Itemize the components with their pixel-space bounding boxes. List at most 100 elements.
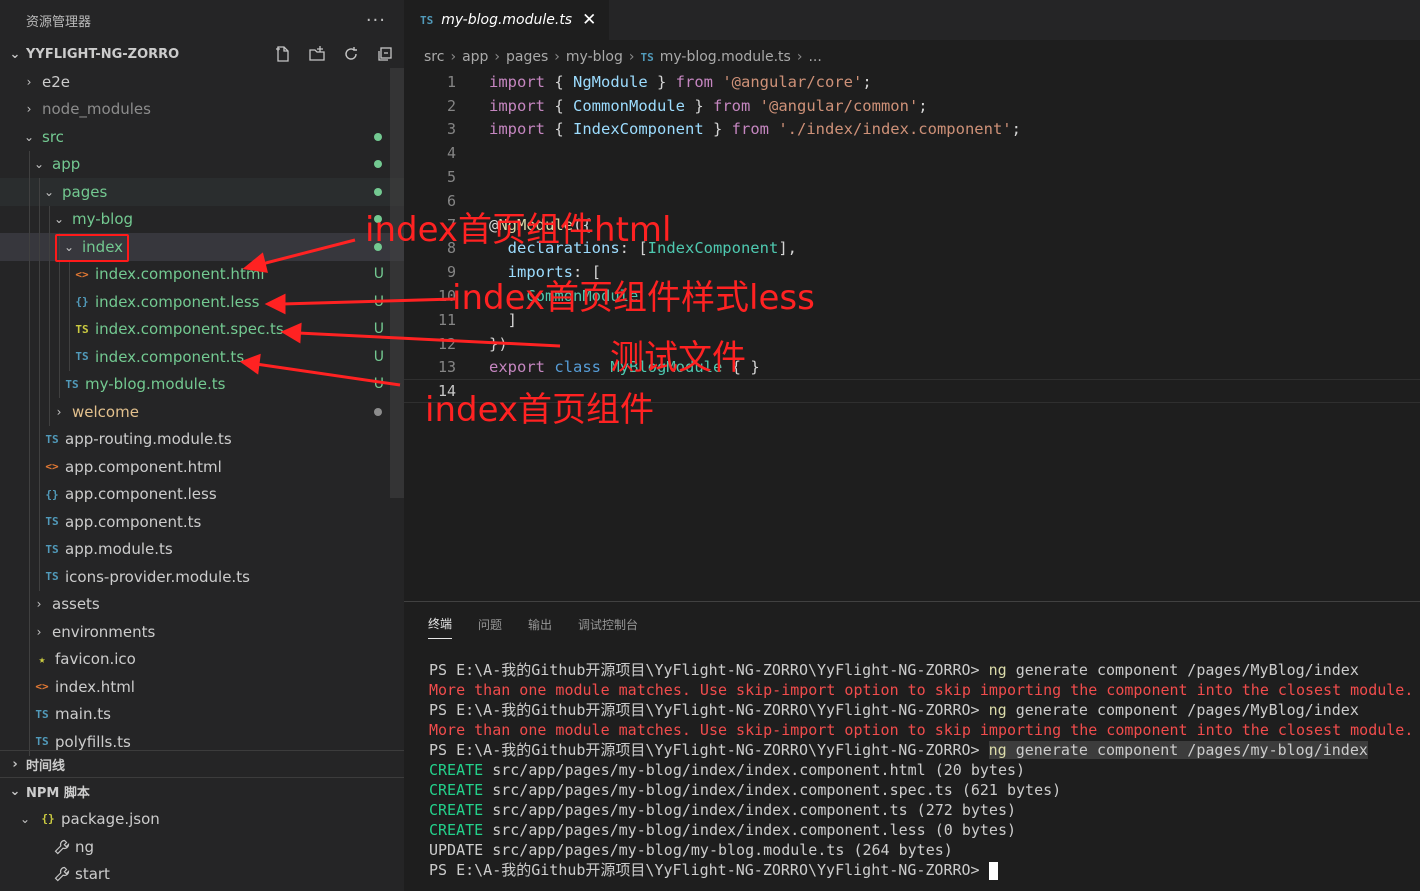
code-token: from: [712, 96, 751, 115]
collapse-all-icon[interactable]: [374, 43, 396, 65]
tree-folder-item[interactable]: › welcome: [0, 398, 404, 426]
tree-file-item[interactable]: {} app.component.less: [0, 480, 404, 508]
code-token: ;: [862, 72, 872, 91]
tree-file-item[interactable]: TS app.module.ts: [0, 535, 404, 563]
tree-file-item[interactable]: {} index.component.less U: [0, 288, 404, 316]
tree-file-item[interactable]: TS app.component.ts: [0, 508, 404, 536]
tree-file-item[interactable]: TS main.ts: [0, 700, 404, 728]
tree-item-label: environments: [52, 622, 156, 641]
breadcrumb-file[interactable]: my-blog.module.ts: [660, 49, 791, 65]
tree-folder-item[interactable]: › node_modules: [0, 96, 404, 124]
line-number: 9: [446, 263, 456, 282]
annotation-html: index首页组件html: [365, 210, 672, 250]
npm-script-ng[interactable]: ng: [52, 833, 94, 861]
indent-guide: [29, 590, 30, 618]
project-section-header[interactable]: ⌄ YYFLIGHT-NG-ZORRO: [0, 40, 404, 68]
tree-item-label: main.ts: [55, 705, 111, 724]
tree-file-item[interactable]: TS app-routing.module.ts: [0, 425, 404, 453]
code-line[interactable]: 12}): [404, 332, 1420, 356]
terminal-line: CREATE src/app/pages/my-blog/index/index…: [429, 800, 1413, 820]
indent-guide: [29, 178, 30, 206]
tab-terminal[interactable]: 终端: [428, 615, 453, 639]
tree-item-label: my-blog: [72, 210, 134, 229]
code-token: }): [489, 334, 508, 353]
code-token: ],: [778, 239, 797, 258]
tree-folder-item[interactable]: › e2e: [0, 68, 404, 96]
typescript-file-icon: TS: [35, 735, 49, 749]
npm-package-label: package.json: [61, 809, 160, 828]
npm-package-item[interactable]: ⌄ {} package.json: [18, 805, 160, 833]
bottom-panel: 终端 问题 输出 调试控制台 PS E:\A-我的Github开源项目\YyFl…: [404, 601, 1420, 891]
npm-script-start[interactable]: start: [52, 860, 110, 888]
terminal-text: generate component /pages/my-blog/index: [1006, 741, 1368, 759]
explorer-sidebar: 资源管理器 ··· ⌄ YYFLIGHT-NG-ZORRO › e2e › node_…: [0, 0, 404, 891]
editor-tab-my-blog-module[interactable]: TS my-blog.module.ts ✕: [404, 0, 609, 40]
code-token: {: [545, 120, 573, 139]
terminal-line: UPDATE src/app/pages/my-blog/my-blog.mod…: [429, 840, 1413, 860]
tree-folder-item[interactable]: › assets: [0, 590, 404, 618]
indent-guide: [39, 508, 40, 536]
tree-folder-item[interactable]: ⌄ src: [0, 123, 404, 151]
breadcrumb-pages[interactable]: pages: [506, 49, 548, 65]
tab-debug-console[interactable]: 调试控制台: [578, 616, 638, 633]
breadcrumb-app[interactable]: app: [462, 49, 488, 65]
tree-file-item[interactable]: TS index.component.ts U: [0, 343, 404, 371]
tree-folder-item[interactable]: › environments: [0, 618, 404, 646]
tree-item-label: my-blog.module.ts: [85, 375, 226, 394]
tree-file-item[interactable]: ★ favicon.ico: [0, 645, 404, 673]
terminal-line: PS E:\A-我的Github开源项目\YyFlight-NG-ZORRO\Y…: [429, 740, 1413, 760]
indent-guide: [49, 260, 50, 288]
indent-guide: [29, 618, 30, 646]
code-line[interactable]: 5: [404, 165, 1420, 189]
chevron-right-icon: ›: [36, 624, 42, 639]
code-line[interactable]: 2 import { CommonModule } from '@angular/…: [404, 94, 1420, 118]
code-line[interactable]: 1 import { NgModule } from '@angular/core…: [404, 70, 1420, 94]
terminal-text: src/app/pages/my-blog/index/index.compon…: [483, 821, 1017, 839]
more-actions-icon[interactable]: ···: [366, 10, 386, 31]
code-line[interactable]: 4: [404, 141, 1420, 165]
terminal-text: ng: [988, 701, 1007, 719]
tree-folder-item[interactable]: ⌄ pages: [0, 178, 404, 206]
tab-output[interactable]: 输出: [528, 616, 552, 633]
code-token: export: [489, 358, 545, 377]
timeline-section-header[interactable]: › 时间线: [0, 750, 404, 778]
typescript-file-icon: TS: [640, 50, 654, 64]
terminal-line: PS E:\A-我的Github开源项目\YyFlight-NG-ZORRO\Y…: [429, 660, 1413, 680]
tree-file-item[interactable]: <> index.html: [0, 673, 404, 701]
tree-folder-item[interactable]: ⌄ my-blog: [0, 205, 404, 233]
tree-file-item[interactable]: TS index.component.spec.ts U: [0, 315, 404, 343]
breadcrumb-symbol[interactable]: ...: [808, 49, 821, 65]
tree-item-label: index.component.spec.ts: [95, 320, 284, 339]
refresh-icon[interactable]: [340, 43, 362, 65]
code-line[interactable]: 3 import { IndexComponent } from './index…: [404, 118, 1420, 142]
terminal-text: generate component /pages/MyBlog/index: [1006, 661, 1359, 679]
indent-guide: [29, 150, 30, 178]
sidebar-scrollbar[interactable]: [390, 68, 404, 498]
indent-guide: [29, 315, 30, 343]
breadcrumb-src[interactable]: src: [424, 49, 444, 65]
code-text: import { CommonModule } from '@angular/c…: [489, 97, 928, 115]
npm-scripts-section-header[interactable]: ⌄ NPM 脚本: [0, 777, 404, 805]
tree-item-label: index.component.ts: [95, 347, 245, 366]
terminal-line: CREATE src/app/pages/my-blog/index/index…: [429, 820, 1413, 840]
code-text: import { IndexComponent } from './index/…: [489, 120, 1021, 138]
close-icon[interactable]: ✕: [582, 10, 596, 30]
tree-file-item[interactable]: TS my-blog.module.ts U: [0, 370, 404, 398]
typescript-file-icon: TS: [45, 542, 59, 556]
terminal-text: ng: [988, 661, 1007, 679]
tree-file-item[interactable]: <> index.component.html U: [0, 260, 404, 288]
terminal-output[interactable]: PS E:\A-我的Github开源项目\YyFlight-NG-ZORRO\Y…: [429, 660, 1413, 880]
new-folder-icon[interactable]: [306, 43, 328, 65]
code-line[interactable]: 13 export class MyBlogModule { }: [404, 356, 1420, 380]
terminal-text: src/app/pages/my-blog/index/index.compon…: [483, 761, 1026, 779]
tree-file-item[interactable]: TS icons-provider.module.ts: [0, 563, 404, 591]
breadcrumb-my-blog[interactable]: my-blog: [566, 49, 623, 65]
new-file-icon[interactable]: [272, 43, 294, 65]
tree-folder-item[interactable]: ⌄ app: [0, 150, 404, 178]
tree-file-item[interactable]: <> app.component.html: [0, 453, 404, 481]
typescript-file-icon: TS: [75, 350, 89, 364]
chevron-down-icon: ⌄: [23, 129, 35, 144]
typescript-file-icon: TS: [65, 377, 79, 391]
tab-problems[interactable]: 问题: [478, 616, 502, 633]
